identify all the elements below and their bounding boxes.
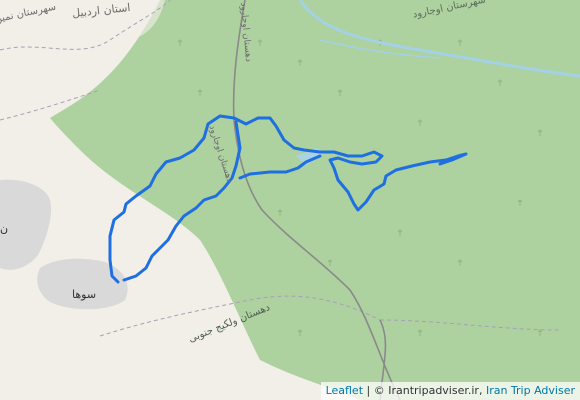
attribution-separator: | © [366, 384, 385, 397]
attribution-comma: , [478, 384, 483, 397]
brand-link[interactable]: Iran Trip Adviser [486, 384, 575, 397]
map-attribution: Leaflet | © Irantripadviser.ir, Iran Tri… [320, 382, 580, 400]
map-view[interactable]: استان اردبیل سهرستان نمین سهرستان اوجارو… [0, 0, 580, 400]
site-name: Irantripadviser.ir [388, 384, 479, 397]
leaflet-link[interactable]: Leaflet [326, 384, 363, 397]
map-canvas [0, 0, 580, 400]
